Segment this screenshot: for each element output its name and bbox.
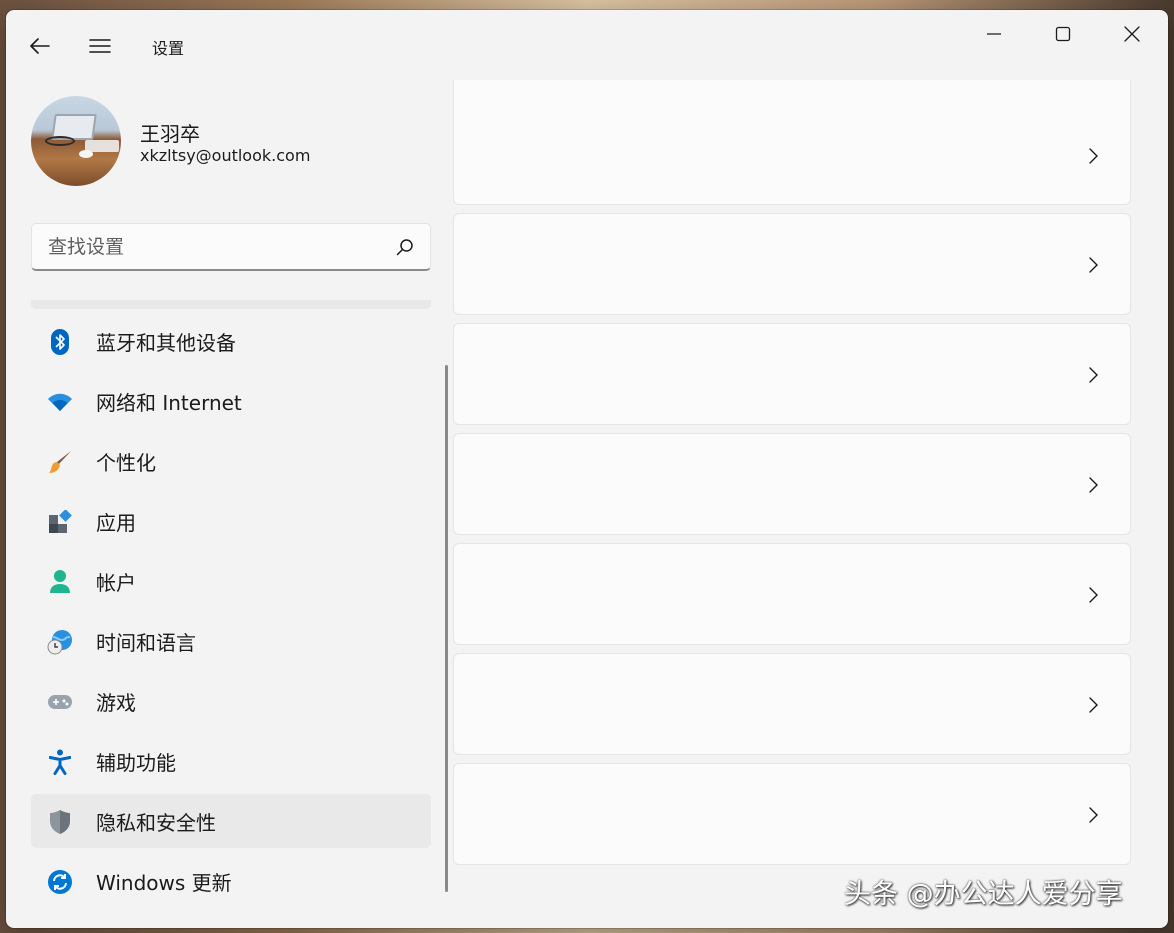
sidebar-item-label: Windows 更新 bbox=[96, 870, 232, 895]
maximize-button[interactable] bbox=[1040, 18, 1086, 50]
chevron-right-icon bbox=[1086, 476, 1100, 494]
shield-icon bbox=[47, 809, 73, 835]
sidebar-item-label: 帐户 bbox=[96, 570, 136, 595]
sidebar-item-label: 时间和语言 bbox=[96, 630, 196, 655]
sidebar-item-privacy-security[interactable]: 隐私和安全性 bbox=[31, 794, 431, 848]
sidebar-item-label: 应用 bbox=[96, 510, 136, 535]
close-icon bbox=[1124, 26, 1140, 42]
settings-card[interactable] bbox=[453, 213, 1131, 315]
settings-card[interactable] bbox=[453, 323, 1131, 425]
nav-scrolled-item-edge bbox=[31, 300, 431, 309]
sidebar-item-label: 网络和 Internet bbox=[96, 390, 242, 415]
chevron-right-icon bbox=[1086, 586, 1100, 604]
watermark-text: 头条 @办公达人爱分享 bbox=[844, 879, 1123, 910]
user-name: 王羽卒 bbox=[140, 122, 200, 146]
settings-card[interactable] bbox=[453, 653, 1131, 755]
minimize-icon bbox=[987, 33, 1001, 35]
account-icon bbox=[47, 569, 73, 595]
settings-card[interactable] bbox=[453, 80, 1131, 205]
gamepad-icon bbox=[47, 689, 73, 715]
avatar-photo-glasses bbox=[45, 136, 75, 146]
navigation-menu-button[interactable] bbox=[84, 30, 116, 62]
sidebar-scrollbar[interactable] bbox=[445, 365, 448, 892]
apps-icon bbox=[47, 509, 73, 535]
sidebar-item-label: 辅助功能 bbox=[96, 750, 176, 775]
maximize-icon bbox=[1055, 26, 1071, 42]
sidebar-item-personalization[interactable]: 个性化 bbox=[31, 434, 431, 488]
paintbrush-icon bbox=[47, 449, 73, 475]
app-title: 设置 bbox=[152, 39, 185, 58]
sidebar-item-accessibility[interactable]: 辅助功能 bbox=[31, 734, 431, 788]
sidebar-item-windows-update[interactable]: Windows 更新 bbox=[31, 854, 431, 908]
windows-update-icon bbox=[47, 869, 73, 895]
search-box[interactable] bbox=[31, 223, 431, 271]
close-button[interactable] bbox=[1109, 18, 1155, 50]
sidebar-item-label: 个性化 bbox=[96, 450, 156, 475]
chevron-right-icon bbox=[1086, 256, 1100, 274]
settings-card[interactable] bbox=[453, 543, 1131, 645]
chevron-right-icon bbox=[1086, 366, 1100, 384]
title-bar: 设置 bbox=[6, 10, 1168, 80]
search-icon[interactable] bbox=[396, 238, 414, 256]
search-input[interactable] bbox=[32, 224, 430, 269]
sidebar-item-label: 隐私和安全性 bbox=[96, 810, 216, 835]
accessibility-icon bbox=[47, 749, 73, 775]
avatar-photo-mouse bbox=[79, 150, 93, 158]
hamburger-icon bbox=[89, 39, 111, 53]
sidebar-item-time-language[interactable]: 时间和语言 bbox=[31, 614, 431, 668]
sidebar-item-apps[interactable]: 应用 bbox=[31, 494, 431, 548]
sidebar-item-accounts[interactable]: 帐户 bbox=[31, 554, 431, 608]
user-avatar[interactable] bbox=[31, 96, 121, 186]
chevron-right-icon bbox=[1086, 806, 1100, 824]
sidebar-item-label: 游戏 bbox=[96, 690, 136, 715]
settings-card[interactable] bbox=[453, 433, 1131, 535]
back-arrow-icon bbox=[30, 38, 50, 54]
wifi-icon bbox=[47, 389, 73, 415]
sidebar-item-network[interactable]: 网络和 Internet bbox=[31, 374, 431, 428]
chevron-right-icon bbox=[1086, 696, 1100, 714]
sidebar-item-label: 蓝牙和其他设备 bbox=[96, 330, 236, 355]
chevron-right-icon bbox=[1086, 147, 1100, 165]
main-content bbox=[453, 80, 1168, 928]
back-button[interactable] bbox=[24, 30, 56, 62]
settings-card[interactable] bbox=[453, 763, 1131, 865]
globe-clock-icon bbox=[47, 629, 73, 655]
user-email: xkzltsy@outlook.com bbox=[140, 146, 311, 165]
sidebar-item-gaming[interactable]: 游戏 bbox=[31, 674, 431, 728]
bluetooth-icon bbox=[47, 329, 73, 355]
settings-window: 设置 王羽卒 xkzltsy@outlook.com 查找设置 蓝牙和其他设备 … bbox=[6, 10, 1168, 928]
minimize-button[interactable] bbox=[971, 18, 1017, 50]
sidebar-item-bluetooth[interactable]: 蓝牙和其他设备 bbox=[31, 314, 431, 368]
